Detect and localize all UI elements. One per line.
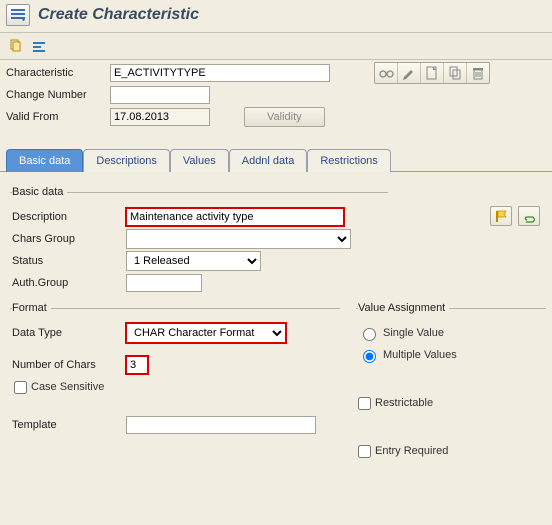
- tab-values[interactable]: Values: [170, 149, 229, 172]
- restrictable-checkbox[interactable]: [358, 397, 371, 410]
- tab-restrictions[interactable]: Restrictions: [307, 149, 390, 172]
- auth-group-input[interactable]: [126, 274, 202, 292]
- data-type-select[interactable]: CHAR Character Format: [126, 323, 286, 343]
- flag-icon[interactable]: [490, 206, 512, 226]
- trash-icon[interactable]: [466, 63, 489, 83]
- menu-icon[interactable]: [6, 4, 30, 26]
- single-value-label: Single Value: [383, 327, 444, 339]
- tab-addnl-data[interactable]: Addnl data: [229, 149, 308, 172]
- template-label: Template: [12, 419, 122, 431]
- valid-from-label: Valid From: [6, 111, 106, 123]
- value-assignment-legend: Value Assignment: [358, 302, 449, 314]
- chars-group-select[interactable]: [126, 229, 351, 249]
- header-toolbar: [374, 62, 490, 84]
- characteristic-input[interactable]: [110, 64, 330, 82]
- copy-icon[interactable]: [6, 37, 24, 55]
- glasses-icon[interactable]: [375, 63, 397, 83]
- case-sensitive-checkbox[interactable]: [14, 381, 27, 394]
- num-chars-input[interactable]: [126, 356, 148, 374]
- entry-required-label: Entry Required: [375, 445, 448, 457]
- tab-basic-data[interactable]: Basic data: [6, 149, 83, 172]
- multiple-values-radio[interactable]: [363, 350, 376, 363]
- value-assignment-panel: Value Assignment Single Value Multiple V…: [356, 302, 546, 466]
- valid-from-input[interactable]: [110, 108, 210, 126]
- multiple-values-label: Multiple Values: [383, 349, 457, 361]
- tab-bar: Basic data Descriptions Values Addnl dat…: [0, 148, 552, 172]
- align-icon[interactable]: [30, 37, 48, 55]
- validity-button[interactable]: Validity: [244, 107, 325, 127]
- tool-strip: [0, 32, 552, 60]
- description-input[interactable]: [126, 208, 344, 226]
- status-label: Status: [12, 255, 122, 267]
- format-legend: Format: [12, 302, 51, 314]
- template-input[interactable]: [126, 416, 316, 434]
- new-doc-icon[interactable]: [420, 63, 443, 83]
- characteristic-label: Characteristic: [6, 67, 106, 79]
- title-bar: Create Characteristic: [0, 0, 552, 32]
- header-form: Characteristic Change Number Valid From: [0, 60, 552, 128]
- description-label: Description: [12, 211, 122, 223]
- tab-descriptions[interactable]: Descriptions: [83, 149, 170, 172]
- status-select[interactable]: 1 Released: [126, 251, 261, 271]
- copy-doc-icon[interactable]: [443, 63, 466, 83]
- num-chars-label: Number of Chars: [12, 359, 122, 371]
- auth-group-label: Auth.Group: [12, 277, 122, 289]
- attach-icon[interactable]: [518, 206, 540, 226]
- case-sensitive-label: Case Sensitive: [31, 381, 104, 393]
- pencil-icon[interactable]: [397, 63, 420, 83]
- change-number-input[interactable]: [110, 86, 210, 104]
- entry-required-checkbox[interactable]: [358, 445, 371, 458]
- chars-group-label: Chars Group: [12, 233, 122, 245]
- single-value-radio[interactable]: [363, 328, 376, 341]
- basic-data-panel: Basic data Description Chars Group Statu…: [10, 186, 388, 298]
- format-panel: Format Data Type CHAR Character Format N…: [10, 302, 340, 440]
- basic-data-legend: Basic data: [12, 186, 67, 198]
- data-type-label: Data Type: [12, 327, 122, 339]
- change-number-label: Change Number: [6, 89, 106, 101]
- restrictable-label: Restrictable: [375, 397, 433, 409]
- page-title: Create Characteristic: [38, 6, 199, 24]
